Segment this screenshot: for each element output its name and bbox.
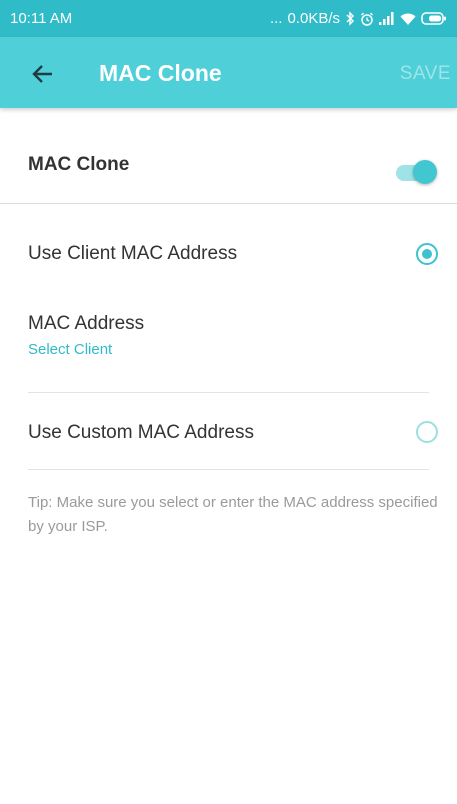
status-icons: ... 0.0KB/s (270, 10, 447, 27)
select-client-link[interactable]: Select Client (28, 341, 112, 358)
page-title: MAC Clone (99, 60, 222, 86)
alarm-icon (361, 12, 373, 26)
divider (28, 469, 429, 470)
divider (28, 392, 429, 393)
signal-icon (379, 12, 394, 25)
app-bar: MAC Clone SAVE (0, 37, 457, 108)
mac-clone-label: MAC Clone (28, 154, 130, 175)
back-button[interactable] (28, 59, 58, 89)
status-dots: ... (269, 10, 283, 27)
status-time: 10:11 AM (10, 10, 73, 27)
mac-clone-row: MAC Clone (0, 108, 457, 204)
mac-clone-toggle[interactable] (396, 158, 440, 186)
use-client-mac-label[interactable]: Use Client MAC Address (28, 243, 237, 265)
bluetooth-icon (346, 11, 355, 26)
wifi-icon (400, 13, 416, 25)
tip-text: Tip: Make sure you select or enter the M… (28, 494, 438, 535)
mac-address-label: MAC Address (28, 313, 145, 334)
battery-icon (421, 12, 446, 25)
save-button[interactable]: SAVE (400, 63, 451, 85)
network-speed: 0.0KB/s (287, 10, 340, 27)
use-client-mac-radio[interactable] (416, 243, 438, 265)
use-custom-mac-radio[interactable] (416, 421, 438, 443)
use-custom-mac-label[interactable]: Use Custom MAC Address (28, 422, 254, 444)
arrow-left-icon (32, 65, 52, 83)
status-bar: 10:11 AM ... 0.0KB/s (0, 0, 457, 37)
toggle-thumb (413, 160, 437, 184)
